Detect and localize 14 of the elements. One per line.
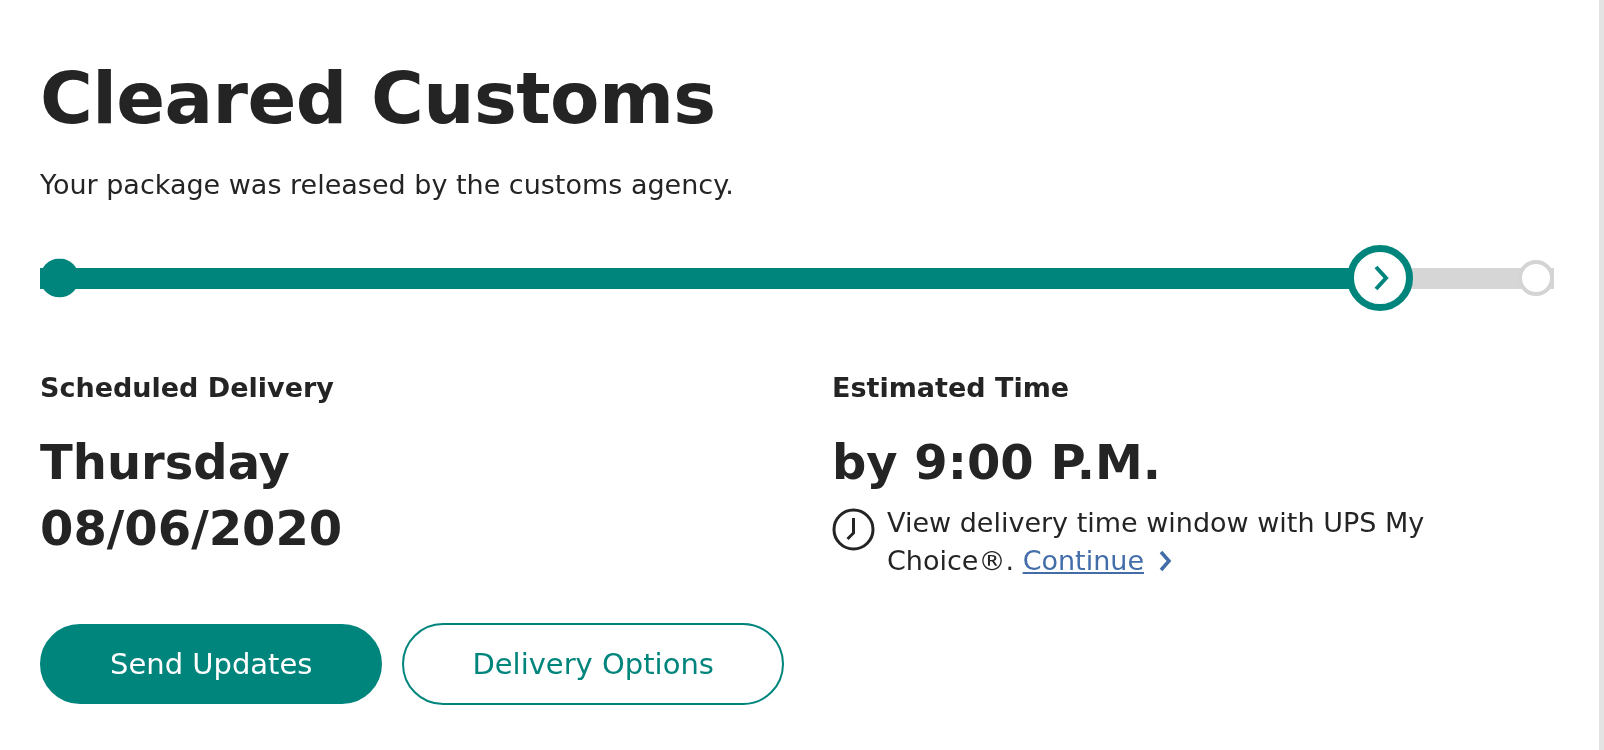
page-title: Cleared Customs <box>40 58 717 138</box>
clock-icon <box>832 508 875 551</box>
scheduled-delivery-label: Scheduled Delivery <box>40 371 334 405</box>
delivery-options-button[interactable]: Delivery Options <box>402 623 784 705</box>
start-dot-icon <box>40 258 79 298</box>
delivery-date: 08/06/2020 <box>40 499 343 558</box>
chevron-right-icon <box>1158 549 1173 573</box>
continue-link[interactable]: Continue <box>1022 545 1173 576</box>
estimated-time-label: Estimated Time <box>832 371 1070 405</box>
send-updates-button[interactable]: Send Updates <box>40 624 383 704</box>
status-description: Your package was released by the customs agency. <box>40 168 735 202</box>
delivery-window-note: View delivery time window with UPS My Choice®. Continue <box>887 506 1426 578</box>
estimated-time: by 9:00 P.M. <box>832 433 1162 492</box>
delivery-day: Thursday <box>40 429 290 495</box>
